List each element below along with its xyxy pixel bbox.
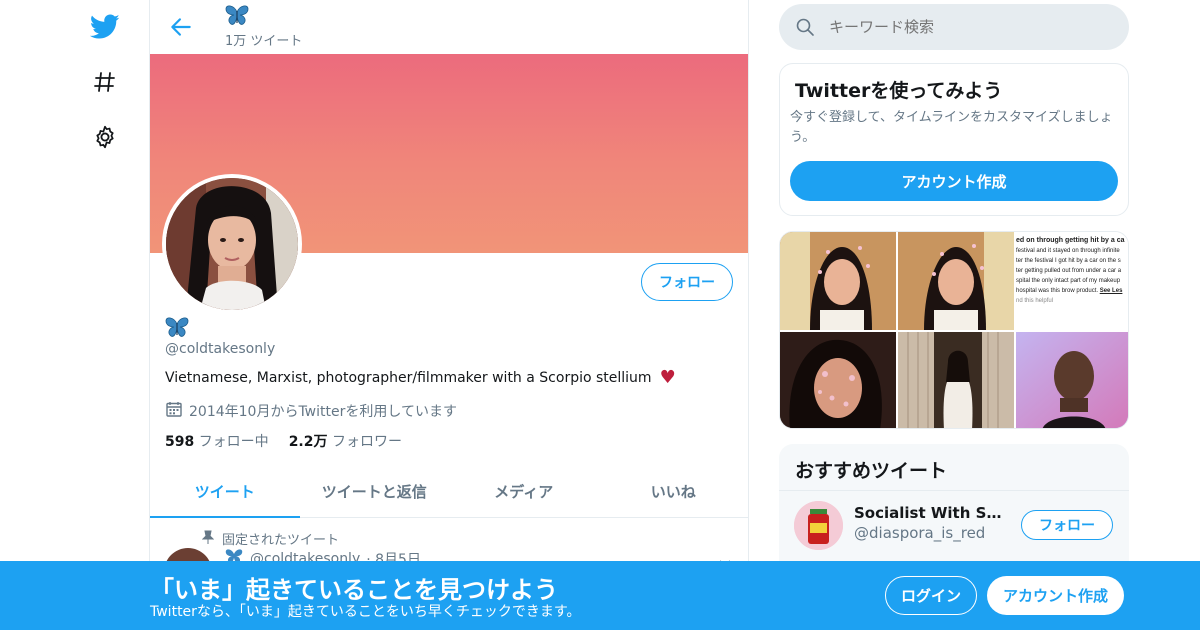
avatar[interactable] xyxy=(794,501,843,550)
avatar[interactable] xyxy=(162,174,302,314)
media-thumbnail[interactable] xyxy=(898,232,1014,330)
bottombar-subtitle: Twitterなら、「いま」起きていることをいち早くチェックできます。 xyxy=(150,604,581,620)
tab-tweets-and-replies[interactable]: ツイートと返信 xyxy=(300,466,450,517)
hash-icon[interactable] xyxy=(90,67,120,97)
back-arrow-icon[interactable] xyxy=(168,14,194,40)
media-grid: ed on through getting hit by a ca festiv… xyxy=(779,231,1129,429)
suggested-follow-button[interactable]: フォロー xyxy=(1021,510,1113,540)
pinned-indicator: 固定されたツイート xyxy=(201,529,340,548)
snippet-line: nd this helpful xyxy=(1016,298,1054,304)
signup-description: 今すぐ登録して、タイムラインをカスタマイズしましょう。 xyxy=(790,110,1113,145)
gear-icon[interactable] xyxy=(90,122,120,152)
following-count: 598 xyxy=(165,434,195,450)
butterfly-icon xyxy=(224,4,250,28)
search-icon xyxy=(795,17,815,37)
create-account-button[interactable]: アカウント作成 xyxy=(790,161,1118,201)
snippet-line: ter the festival I got hit by a car on t… xyxy=(1016,258,1121,264)
snippet-line: festival and it stayed on through infini… xyxy=(1016,248,1120,254)
signup-button[interactable]: アカウント作成 xyxy=(987,576,1124,615)
twitter-bird-icon[interactable] xyxy=(90,12,120,42)
bottombar-title: 「いま」起きていることを見つけよう xyxy=(150,576,558,604)
login-button[interactable]: ログイン xyxy=(885,576,977,615)
media-thumbnail[interactable] xyxy=(898,332,1014,428)
heart-icon: ♥ xyxy=(659,367,676,388)
profile-handle: @coldtakesonly xyxy=(165,341,276,357)
pinned-label: 固定されたツイート xyxy=(222,533,340,548)
media-thumbnail[interactable] xyxy=(780,332,896,428)
tab-likes[interactable]: いいね xyxy=(599,466,749,517)
profile-header-bar: 1万 ツイート xyxy=(150,0,748,54)
profile-tabs: ツイート ツイートと返信 メディア いいね xyxy=(150,466,748,518)
search-box xyxy=(779,4,1129,50)
snippet-line: spital the only intact part of my makeup xyxy=(1016,278,1121,284)
snippet-line: hospital was this brow product. xyxy=(1016,288,1099,294)
snippet-line: ed on through getting hit by a ca xyxy=(1016,237,1125,244)
display-name xyxy=(164,316,190,340)
tab-media[interactable]: メディア xyxy=(449,466,599,517)
suggested-handle: @diaspora_is_red xyxy=(854,524,986,542)
media-thumbnail[interactable] xyxy=(780,232,896,330)
suggested-item[interactable]: Socialist With SE Asi... @diaspora_is_re… xyxy=(779,490,1129,560)
snippet-link: See Les xyxy=(1099,288,1123,294)
media-thumbnail[interactable] xyxy=(1016,332,1128,428)
snippet-line: ter getting pulled out from under a car … xyxy=(1016,268,1122,274)
followers-label: フォロワー xyxy=(331,434,402,450)
joined-date: 2014年10月からTwitterを利用しています xyxy=(165,400,457,422)
signup-bottom-bar: 「いま」起きていることを見つけよう Twitterなら、「いま」起きていることを… xyxy=(0,561,1200,630)
signup-card: Twitterを使ってみよう 今すぐ登録して、タイムラインをカスタマイズしましょ… xyxy=(779,63,1129,216)
joined-text: 2014年10月からTwitterを利用しています xyxy=(189,404,457,420)
signup-title: Twitterを使ってみよう xyxy=(795,80,1003,102)
follow-stats: 598 フォロー中 2.2万 フォロワー xyxy=(165,431,402,451)
following-link[interactable]: 598 フォロー中 xyxy=(165,431,269,451)
follow-button[interactable]: フォロー xyxy=(641,263,733,301)
followers-count: 2.2万 xyxy=(288,434,328,450)
suggested-title: おすすめツイート xyxy=(795,460,948,482)
profile-bio: Vietnamese, Marxist, photographer/filmma… xyxy=(165,367,676,388)
media-thumbnail[interactable]: ed on through getting hit by a ca festiv… xyxy=(1016,232,1128,330)
tweet-count: 1万 ツイート xyxy=(225,34,303,49)
tab-tweets[interactable]: ツイート xyxy=(150,466,300,518)
right-sidebar: Twitterを使ってみよう 今すぐ登録して、タイムラインをカスタマイズしましょ… xyxy=(779,0,1129,630)
left-nav xyxy=(0,0,150,630)
following-label: フォロー中 xyxy=(198,434,269,450)
calendar-icon xyxy=(165,400,183,422)
bio-text: Vietnamese, Marxist, photographer/filmma… xyxy=(165,370,652,386)
pin-icon xyxy=(201,530,215,548)
suggested-name[interactable]: Socialist With SE Asi... xyxy=(854,504,1009,522)
search-input[interactable] xyxy=(829,4,1109,50)
profile-column: 1万 ツイート フォロー @coldtakesonly Vietnamese, … xyxy=(149,0,749,630)
followers-link[interactable]: 2.2万 フォロワー xyxy=(289,431,402,451)
